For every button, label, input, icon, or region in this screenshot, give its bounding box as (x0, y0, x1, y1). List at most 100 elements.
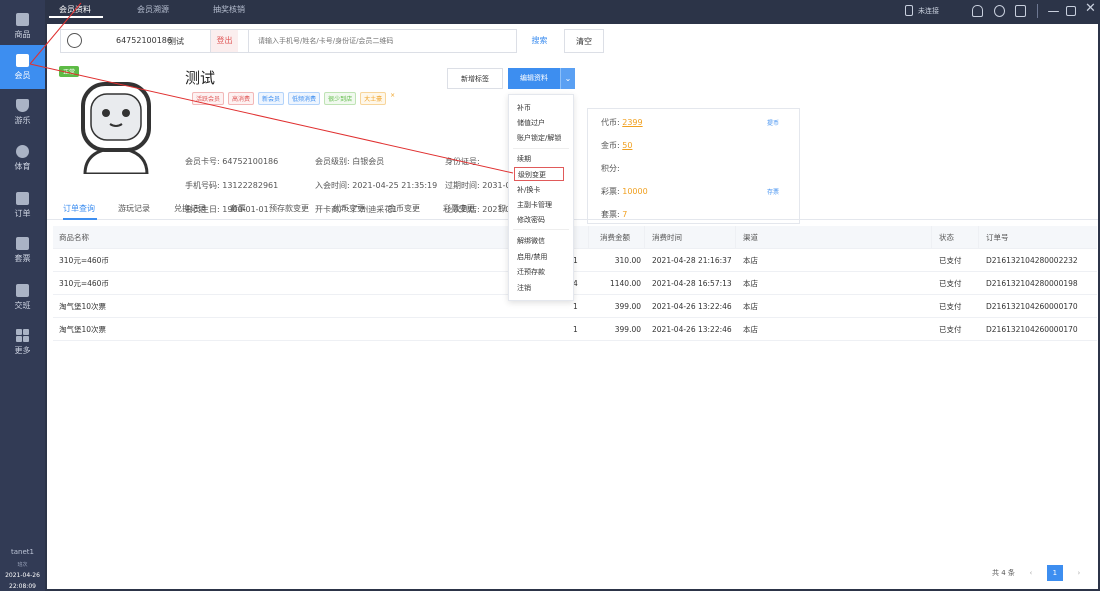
sidebar-item-label: 交班 (14, 300, 31, 310)
withdraw-coin-button[interactable]: 提币 (767, 118, 779, 127)
bell-icon[interactable] (972, 5, 983, 17)
tab-lottery-redeem[interactable]: 抽奖核销 (213, 0, 245, 20)
sidebar-item-ticket[interactable]: 套票 (0, 228, 45, 272)
cell-channel: 本店 (743, 325, 758, 334)
tab-coin-change[interactable]: 代币变更 (333, 203, 365, 214)
header-time: 消费时间 (652, 233, 682, 242)
clear-button[interactable]: 清空 (564, 29, 604, 53)
restore-icon[interactable] (1066, 6, 1076, 16)
add-tag-button[interactable]: 新增标签 (447, 68, 503, 89)
menu-item-cancel-account[interactable]: 注销 (509, 281, 573, 295)
menu-item-change-level[interactable]: 级别变更 (514, 167, 564, 181)
tab-exchange-record[interactable]: 兑换记录 (174, 203, 206, 214)
sidebar-item-shift[interactable]: 交班 (0, 275, 45, 319)
current-user: tanet1 (11, 548, 34, 556)
search-button[interactable]: 搜索 (516, 29, 562, 53)
logout-button[interactable]: 登出 (210, 30, 238, 52)
table-row[interactable]: 淘气堡10次票 1 399.00 2021-04-26 13:22:46 本店 … (53, 318, 1097, 341)
close-icon[interactable]: ✕ (1085, 1, 1096, 16)
tab-deposit-change[interactable]: 预存款变更 (269, 203, 309, 214)
sidebar: 商品 会员 游乐 体育 订单 套票 交班 更多 tanet1 班次 2021-0… (0, 0, 45, 591)
main-content: 64752100186 测试 登出 搜索 清空 正常 测试 活跃会员 高消费 新… (47, 24, 1098, 589)
menu-item-lock-account[interactable]: 账户锁定/解锁 (509, 131, 573, 145)
tab-underline (49, 16, 103, 18)
header-order-no: 订单号 (986, 233, 1009, 242)
menu-item-migrate-deposit[interactable]: 迁预存款 (509, 265, 573, 279)
column-divider (588, 226, 589, 249)
points-balance: 积分: (601, 163, 620, 174)
table-row[interactable]: 310元=460币 1 310.00 2021-04-28 21:16:37 本… (53, 249, 1097, 272)
tab-gold-change[interactable]: 金币变更 (388, 203, 420, 214)
more-grid-icon (16, 328, 29, 342)
tab-package[interactable]: 套票 (230, 203, 246, 214)
cell-amount: 399.00 (614, 302, 641, 311)
coin-value[interactable]: 2399 (622, 118, 642, 127)
remove-tag-icon[interactable]: × (390, 92, 395, 105)
header-product: 商品名称 (59, 233, 89, 242)
sidebar-item-more[interactable]: 更多 (0, 320, 45, 364)
active-tab-indicator (63, 218, 97, 220)
member-id-no: 身份证号: (445, 157, 480, 166)
product-icon (16, 12, 29, 26)
current-date: 2021-04-26 (5, 572, 40, 579)
coin-label: 代币: (601, 118, 620, 127)
gold-value[interactable]: 50 (622, 141, 632, 150)
status-badge: 正常 (59, 66, 80, 77)
sidebar-item-member[interactable]: 会员 (0, 45, 45, 89)
cell-time: 2021-04-28 16:57:13 (652, 279, 732, 288)
prev-page-button[interactable]: ‹ (1023, 565, 1039, 581)
cell-order-no: D216132104280002232 (986, 256, 1078, 265)
menu-item-renew[interactable]: 续期 (509, 152, 573, 166)
lock-icon[interactable] (1015, 5, 1026, 17)
sidebar-item-label: 更多 (14, 345, 31, 355)
menu-divider (513, 229, 569, 230)
edit-profile-button[interactable]: 编辑资料 (508, 68, 560, 89)
tab-play-record[interactable]: 游玩记录 (118, 203, 150, 214)
menu-item-transfer-balance[interactable]: 储值过户 (509, 116, 573, 130)
sidebar-item-play[interactable]: 游乐 (0, 90, 45, 134)
menu-item-change-password[interactable]: 修改密码 (509, 213, 573, 227)
points-label: 积分: (601, 164, 620, 173)
tab-member-trace[interactable]: 会员溯源 (137, 0, 169, 20)
tag-label: 新会员 (258, 92, 285, 105)
lottery-balance: 彩票: 10000 (601, 186, 648, 197)
menu-item-card-management[interactable]: 主副卡管理 (509, 198, 573, 212)
tab-lottery-change[interactable]: 彩票变更 (443, 203, 475, 214)
shift-label: 班次 (0, 561, 45, 568)
next-page-button[interactable]: › (1071, 565, 1087, 581)
menu-item-replace-card[interactable]: 补/换卡 (509, 183, 573, 197)
sidebar-item-sports[interactable]: 体育 (0, 136, 45, 180)
cell-order-no: D216132104260000170 (986, 302, 1078, 311)
shield-icon (16, 98, 29, 112)
menu-divider (513, 148, 569, 149)
tab-points[interactable]: 积 (498, 203, 506, 214)
minimize-icon[interactable] (1048, 11, 1059, 12)
menu-item-reissue-coin[interactable]: 补币 (509, 101, 573, 115)
sidebar-item-label: 体育 (14, 161, 31, 171)
cell-status: 已支付 (939, 325, 962, 334)
cell-status: 已支付 (939, 279, 962, 288)
menu-item-toggle-enable[interactable]: 启用/禁用 (509, 250, 573, 264)
page-number[interactable]: 1 (1046, 565, 1063, 581)
table-row[interactable]: 310元=460币 4 1140.00 2021-04-28 16:57:13 … (53, 272, 1097, 295)
connection-status: 未连接 (918, 7, 939, 15)
member-join-time: 入会时间: 2021-04-25 21:35:19 (315, 181, 438, 190)
member-tags: 活跃会员 高消费 新会员 低频消费 很少到店 大土豪 × (192, 92, 395, 105)
device-icon (905, 5, 913, 16)
sidebar-item-order[interactable]: 订单 (0, 183, 45, 227)
search-input[interactable] (248, 29, 562, 53)
table-row[interactable]: 淘气堡10次票 1 399.00 2021-04-26 13:22:46 本店 … (53, 295, 1097, 318)
chevron-down-icon[interactable]: ⌄ (560, 68, 575, 89)
column-divider (735, 226, 736, 249)
pagination: 共 4 条 ‹ 1 › (992, 564, 1087, 582)
sidebar-item-product[interactable]: 商品 (0, 4, 45, 48)
menu-item-unbind-wechat[interactable]: 解绑微信 (509, 234, 573, 248)
deposit-lottery-button[interactable]: 存票 (767, 187, 779, 196)
member-name: 测试 (185, 69, 216, 87)
lottery-label: 彩票: (601, 187, 620, 196)
cell-channel: 本店 (743, 302, 758, 311)
cell-amount: 399.00 (614, 325, 641, 334)
shift-icon (16, 283, 29, 297)
tab-order-query[interactable]: 订单查询 (63, 203, 95, 214)
refresh-icon[interactable] (994, 5, 1005, 17)
